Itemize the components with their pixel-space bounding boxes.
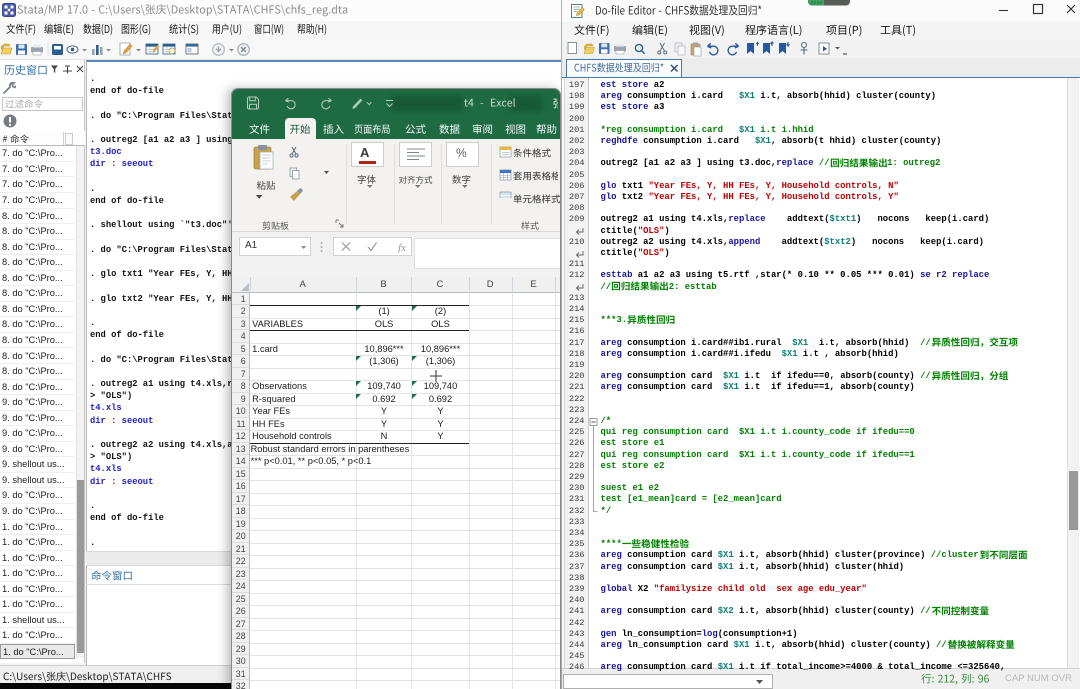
svg-text:fx: fx bbox=[398, 242, 406, 253]
